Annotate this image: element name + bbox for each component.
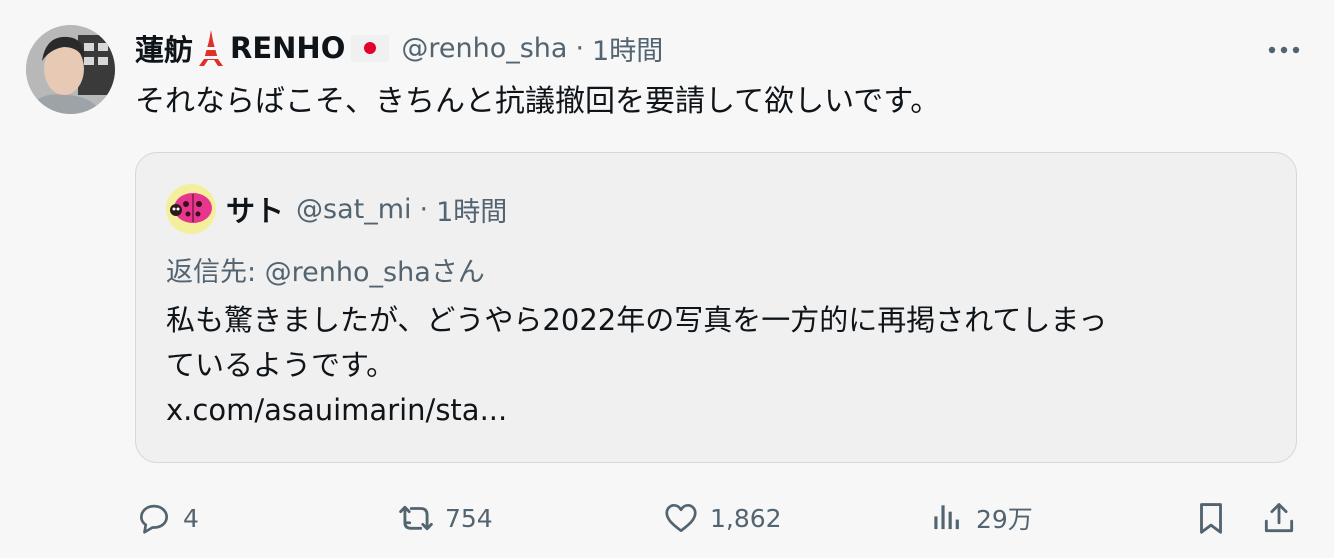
reply-icon — [139, 504, 169, 534]
retweet-count: 754 — [445, 503, 493, 533]
author-name[interactable]: 蓮舫 — [135, 27, 193, 69]
avatar-photo — [26, 25, 115, 114]
heart-icon — [665, 503, 697, 533]
quote-reply-to: 返信先: @renho_shaさん — [166, 257, 485, 288]
like-button[interactable]: 1,862 — [662, 496, 782, 540]
japan-flag-icon — [351, 34, 390, 62]
ladybug-avatar-icon — [166, 184, 216, 234]
quote-author-name[interactable]: サト — [226, 188, 284, 230]
reply-button[interactable]: 4 — [135, 496, 199, 540]
retweet-icon — [399, 505, 433, 531]
quote-timestamp[interactable]: 1時間 — [436, 190, 507, 229]
views-button[interactable]: 29万 — [928, 496, 1033, 540]
author-avatar[interactable] — [26, 25, 115, 114]
quote-avatar — [166, 184, 216, 234]
author-name-suffix[interactable]: RENHO — [230, 31, 345, 65]
quote-separator-dot: · — [419, 193, 429, 225]
tokyo-tower-icon — [196, 29, 226, 67]
views-chart-icon — [934, 505, 959, 530]
more-icon[interactable] — [1262, 28, 1306, 72]
share-icon — [1264, 503, 1294, 533]
reply-count: 4 — [183, 503, 199, 533]
tweet-header: 蓮舫 RENHO @renho_sha · 1時間 — [135, 26, 663, 70]
quote-author-handle[interactable]: @sat_mi — [296, 194, 412, 225]
bookmark-icon — [1200, 503, 1222, 534]
quote-link[interactable]: x.com/asauimarin/sta... — [166, 388, 1266, 433]
quote-text-line: 私も驚きましたが、どうやら2022年の写真を一方的に再掲されてしまっ — [166, 303, 1108, 337]
view-count: 29万 — [976, 505, 1033, 534]
quote-body: 私も驚きましたが、どうやら2022年の写真を一方的に再掲されてしまっ ているよう… — [166, 298, 1266, 433]
action-bar: 4 754 1,862 29万 — [135, 496, 1300, 540]
author-handle[interactable]: @renho_sha — [401, 33, 567, 64]
timestamp[interactable]: 1時間 — [592, 29, 663, 68]
bookmark-button[interactable] — [1192, 496, 1230, 540]
separator-dot: · — [575, 32, 585, 64]
quoted-tweet[interactable]: サト @sat_mi · 1時間 返信先: @renho_shaさん 私も驚きま… — [135, 152, 1297, 463]
quote-header: サト @sat_mi · 1時間 — [166, 183, 507, 235]
tweet-text: それならばこそ、きちんと抗議撤回を要請して欲しいです。 — [135, 84, 941, 119]
like-count: 1,862 — [710, 503, 782, 533]
retweet-button[interactable]: 754 — [397, 496, 493, 540]
share-button[interactable] — [1260, 496, 1298, 540]
quote-text-line: ているようです。 — [166, 348, 396, 382]
